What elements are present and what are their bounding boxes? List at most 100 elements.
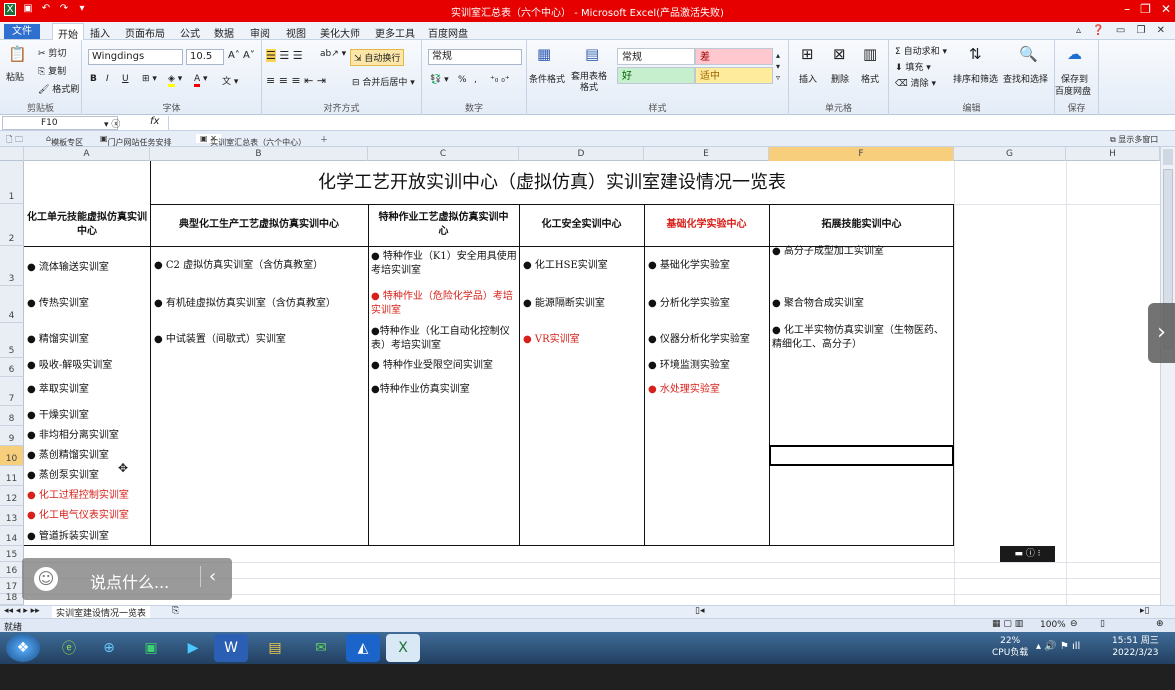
list-item[interactable]: ● 基础化学实验室: [648, 259, 768, 273]
tray-icons[interactable]: ▴ 🔊 ⚑ ıll: [1036, 641, 1080, 652]
multi-window-icon[interactable]: ⧉ 显示多窗口: [1110, 134, 1158, 145]
row-header[interactable]: 16: [0, 562, 24, 578]
workbook-tab-templates[interactable]: ⌂ 模板专区: [46, 134, 83, 147]
row-header[interactable]: 12: [0, 486, 24, 506]
cut-button[interactable]: ✂ 剪切: [38, 46, 66, 59]
column-header[interactable]: D: [519, 147, 644, 161]
row-header[interactable]: 1: [0, 161, 24, 204]
row-header[interactable]: 6: [0, 358, 24, 377]
tab-insert[interactable]: 插入: [90, 25, 110, 40]
new-sheet-icon[interactable]: ⎘: [172, 606, 179, 616]
percent-button[interactable]: %: [458, 75, 467, 85]
list-item[interactable]: ● 特种作业（危险化学品）考培实训室: [371, 290, 517, 318]
style-normal[interactable]: 常规: [617, 48, 695, 65]
name-box[interactable]: F10: [2, 116, 118, 130]
list-item[interactable]: ● 特种作业受限空间实训室: [371, 359, 517, 373]
row-header[interactable]: 11: [0, 466, 24, 486]
list-item[interactable]: ● 特种作业（K1）安全用具使用考培实训室: [371, 250, 517, 278]
insert-cells-button[interactable]: 插入: [799, 72, 817, 85]
list-item[interactable]: ● 精馏实训室: [27, 333, 149, 347]
row-header[interactable]: 4: [0, 286, 24, 323]
list-item[interactable]: ● 环境监测实验室: [648, 359, 768, 373]
underline-button[interactable]: U: [122, 74, 129, 84]
header-cell[interactable]: 基础化学实验中心: [644, 204, 769, 246]
format-painter-button[interactable]: 🖌 格式刷: [38, 82, 79, 95]
list-item[interactable]: ●特种作业仿真实训室: [371, 383, 517, 397]
list-item[interactable]: ● 有机硅虚拟仿真实训室（含仿真教室）: [154, 297, 366, 311]
vertical-scrollbar[interactable]: [1160, 147, 1175, 605]
sort-filter-button[interactable]: 排序和筛选: [953, 72, 998, 85]
tab-page-layout[interactable]: 页面布局: [125, 25, 165, 40]
autosum-button[interactable]: Σ 自动求和 ▾: [895, 44, 947, 57]
selected-cell[interactable]: [769, 445, 954, 466]
wechat-icon[interactable]: ✉: [304, 634, 338, 662]
file-explorer-icon[interactable]: ▤: [258, 634, 292, 662]
column-header[interactable]: C: [368, 147, 519, 161]
find-select-icon[interactable]: 🔍: [1019, 46, 1038, 62]
list-item[interactable]: ● 化工电气仪表实训室: [27, 509, 149, 523]
list-item[interactable]: ● C2 虚拟仿真实训室（含仿真教室）: [154, 259, 366, 273]
list-item[interactable]: ● VR实训室: [523, 333, 643, 347]
list-item[interactable]: ● 管道拆装实训室: [27, 530, 149, 544]
sort-filter-icon[interactable]: ⇅: [969, 46, 982, 62]
sheet-title[interactable]: 化学工艺开放实训中心（虚拟仿真）实训室建设情况一览表: [150, 161, 954, 204]
row-header[interactable]: 2: [0, 204, 24, 246]
copy-button[interactable]: ⎘ 复制: [38, 64, 66, 77]
chevron-right-icon[interactable]: ›: [1148, 303, 1175, 363]
clear-button[interactable]: ⌫ 清除 ▾: [895, 76, 936, 89]
chat-placeholder[interactable]: 说点什么...: [90, 569, 169, 593]
list-item[interactable]: ● 分析化学实验室: [648, 297, 768, 311]
tab-more-tools[interactable]: 更多工具: [375, 25, 415, 40]
list-item[interactable]: ● 吸收-解吸实训室: [27, 359, 149, 373]
list-item[interactable]: ● 仪器分析化学实验室: [648, 333, 768, 347]
column-header[interactable]: E: [644, 147, 769, 161]
view-normal-icon[interactable]: ▦ ▢ ▥: [992, 619, 1023, 629]
column-header[interactable]: A: [24, 147, 150, 161]
list-item[interactable]: ● 非均相分离实训室: [27, 429, 149, 443]
font-name-select[interactable]: Wingdings: [88, 49, 183, 65]
orientation-icon[interactable]: ab↗ ▾: [320, 49, 346, 59]
select-all-corner[interactable]: [0, 147, 24, 161]
tab-baidu-netdisk[interactable]: 百度网盘: [428, 25, 468, 40]
styles-scroll-icon[interactable]: ▴ ▾ ▿: [776, 50, 780, 83]
row-header[interactable]: 9: [0, 426, 24, 446]
fill-button[interactable]: ⬇ 填充 ▾: [895, 60, 931, 73]
chevron-left-icon[interactable]: ‹: [200, 566, 216, 587]
list-item[interactable]: ● 干燥实训室: [27, 409, 149, 423]
minimize-icon[interactable]: –: [1124, 2, 1130, 16]
row-header[interactable]: 3: [0, 246, 24, 286]
scroll-up-icon[interactable]: [1163, 149, 1173, 165]
tab-beautify[interactable]: 美化大师: [320, 25, 360, 40]
tab-formulas[interactable]: 公式: [180, 25, 200, 40]
header-cell[interactable]: 典型化工生产工艺虚拟仿真实训中心: [150, 204, 368, 246]
style-neutral[interactable]: 适中: [695, 67, 773, 84]
list-item[interactable]: ● 中试装置（间歇式）实训室: [154, 333, 366, 347]
iqiyi-icon[interactable]: ▣: [134, 634, 168, 662]
restore-icon[interactable]: ❐: [1140, 2, 1151, 16]
zoom-level[interactable]: 100%: [1040, 620, 1066, 630]
row-header[interactable]: 13: [0, 506, 24, 526]
folder-icon[interactable]: 🗋 🗀: [6, 134, 23, 148]
align-top-icon[interactable]: ☰ ☰ ☰: [266, 49, 303, 62]
list-item[interactable]: ● 聚合物合成实训室: [772, 297, 952, 311]
phonetic-icon[interactable]: 文 ▾: [222, 74, 238, 87]
find-select-button[interactable]: 查找和选择: [1003, 72, 1048, 85]
insert-cells-icon[interactable]: ⊞: [801, 46, 814, 62]
grow-font-icon[interactable]: A˄ A˅: [228, 50, 255, 61]
emoji-icon[interactable]: ☺: [34, 567, 58, 591]
list-item[interactable]: ● 蒸创泵实训室: [27, 469, 149, 483]
header-cell[interactable]: 特种作业工艺虚拟仿真实训中心: [368, 204, 519, 246]
close-icon[interactable]: ✕: [1161, 2, 1171, 16]
scroll-right-icon[interactable]: ▸▯: [1140, 606, 1149, 616]
sheet-nav-icon[interactable]: ◂◂ ◂ ▸ ▸▸: [4, 606, 40, 616]
paste-icon[interactable]: 📋: [8, 46, 27, 62]
name-box-dropdown-icon[interactable]: ▾ ⓧ: [104, 117, 120, 130]
tab-home[interactable]: 开始: [52, 23, 84, 41]
formula-input[interactable]: [168, 116, 1158, 130]
start-button-icon[interactable]: ❖: [6, 634, 40, 662]
list-item[interactable]: ● 水处理实验室: [648, 383, 768, 397]
bold-button[interactable]: B: [90, 74, 97, 84]
list-item[interactable]: ● 蒸创精馏实训室: [27, 449, 149, 463]
row-header[interactable]: 15: [0, 546, 24, 562]
row-header[interactable]: 17: [0, 578, 24, 594]
